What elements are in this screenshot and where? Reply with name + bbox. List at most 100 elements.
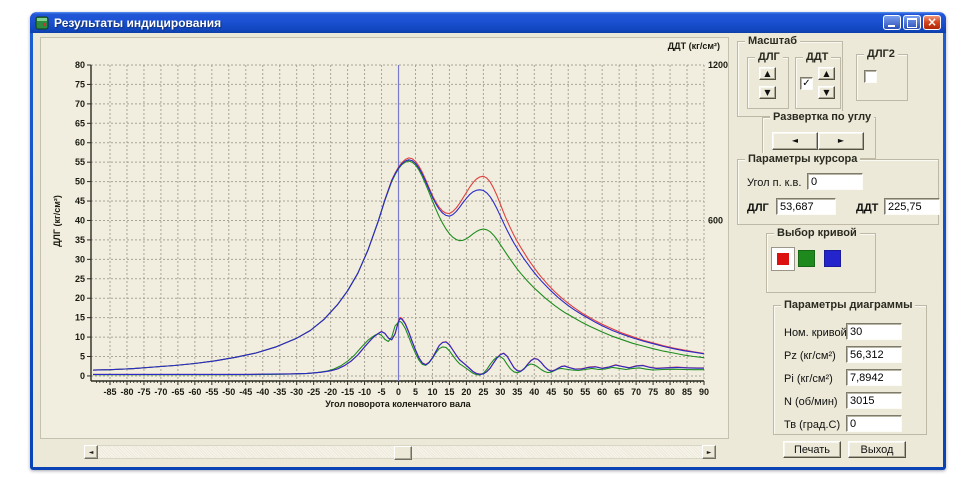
svg-text:50: 50 xyxy=(563,387,573,397)
chart-scrollbar: ◄ ► xyxy=(84,445,716,459)
svg-text:0: 0 xyxy=(396,387,401,397)
chart-plot[interactable]: -85-80-75-70-65-60-55-50-45-40-35-30-25-… xyxy=(41,38,728,438)
maximize-icon xyxy=(907,18,917,28)
svg-text:45: 45 xyxy=(546,387,556,397)
diagram-row-label: N (об/мин) xyxy=(784,396,838,408)
svg-text:80: 80 xyxy=(665,387,675,397)
dlg2-checkbox[interactable] xyxy=(864,70,877,83)
minimize-button[interactable] xyxy=(883,15,901,30)
svg-text:65: 65 xyxy=(75,118,85,128)
up-icon: ▲ xyxy=(764,70,770,78)
svg-text:5: 5 xyxy=(413,387,418,397)
cursor-ddt-label: ДДТ xyxy=(856,202,878,214)
ddt-groupbox: ДДТ ✓ ▲ ▼ xyxy=(795,57,841,109)
svg-text:-65: -65 xyxy=(171,387,184,397)
svg-text:-30: -30 xyxy=(290,387,303,397)
ddt-caption: ДДТ xyxy=(803,51,831,63)
svg-text:-50: -50 xyxy=(222,387,235,397)
scroll-left-icon: ◄ xyxy=(89,449,94,456)
ddt-spin-down-button[interactable]: ▼ xyxy=(818,86,835,99)
dlg-spin-up-button[interactable]: ▲ xyxy=(759,67,776,80)
scrollbar-thumb[interactable] xyxy=(394,446,412,460)
close-button[interactable]: × xyxy=(923,15,941,30)
cursor-ddt-field[interactable] xyxy=(884,198,940,215)
pi-field[interactable] xyxy=(846,369,902,386)
diagram-row-label: Pi (кг/см²) xyxy=(784,373,833,385)
cursor-angle-field[interactable] xyxy=(807,173,863,190)
rpm-field[interactable] xyxy=(846,392,902,409)
scale-caption: Масштаб xyxy=(745,35,800,47)
svg-text:20: 20 xyxy=(461,387,471,397)
curve-select-groupbox: Выбор кривой xyxy=(766,233,876,293)
app-window: Результаты индицирования × ДДТ (кг/см²) … xyxy=(30,12,946,470)
svg-text:15: 15 xyxy=(444,387,454,397)
client-area: ДДТ (кг/см²) ДЛГ (кг/см²) Угол поворота … xyxy=(33,33,943,467)
maximize-button[interactable] xyxy=(903,15,921,30)
svg-text:-40: -40 xyxy=(256,387,269,397)
sweep-left-button[interactable]: ◄ xyxy=(772,132,818,150)
minimize-icon xyxy=(888,25,895,27)
svg-text:-75: -75 xyxy=(137,387,150,397)
svg-text:600: 600 xyxy=(708,215,723,225)
dlg-caption: ДЛГ xyxy=(755,51,783,63)
scroll-right-button[interactable]: ► xyxy=(702,445,716,459)
dlg-spin-down-button[interactable]: ▼ xyxy=(759,86,776,99)
close-icon: × xyxy=(927,17,937,28)
curve-number-field[interactable] xyxy=(846,323,902,340)
svg-text:-25: -25 xyxy=(307,387,320,397)
exit-button[interactable]: Выход xyxy=(848,441,906,458)
svg-text:30: 30 xyxy=(495,387,505,397)
svg-text:-45: -45 xyxy=(239,387,252,397)
scroll-left-button[interactable]: ◄ xyxy=(84,445,98,459)
svg-text:10: 10 xyxy=(427,387,437,397)
secondary-axis-title: ДДТ (кг/см²) xyxy=(668,41,720,51)
curve-color-green-button[interactable] xyxy=(798,250,815,267)
svg-text:-20: -20 xyxy=(324,387,337,397)
svg-text:60: 60 xyxy=(75,138,85,148)
svg-text:85: 85 xyxy=(682,387,692,397)
diagram-row-label: Тв (град.С) xyxy=(784,419,840,431)
dlg2-groupbox: ДЛГ2 xyxy=(856,54,908,101)
ddt-checkbox[interactable]: ✓ xyxy=(800,77,813,90)
cursor-dlg-field[interactable] xyxy=(776,198,836,215)
svg-text:-60: -60 xyxy=(188,387,201,397)
left-icon: ◄ xyxy=(792,137,798,145)
svg-text:90: 90 xyxy=(699,387,709,397)
sweep-right-button[interactable]: ► xyxy=(818,132,864,150)
red-swatch xyxy=(777,253,789,265)
cursor-angle-label: Угол п. к.в. xyxy=(747,177,801,189)
curve-color-blue-button[interactable] xyxy=(824,250,841,267)
scale-groupbox: Масштаб ДЛГ ▲ ▼ ДДТ ✓ ▲ ▼ xyxy=(737,41,843,117)
down-icon: ▼ xyxy=(764,89,770,97)
scrollbar-track[interactable] xyxy=(98,445,702,459)
title-bar[interactable]: Результаты индицирования × xyxy=(30,12,946,33)
svg-text:45: 45 xyxy=(75,196,85,206)
diagram-row-label: Ном. кривой xyxy=(784,327,847,339)
svg-text:5: 5 xyxy=(80,352,85,362)
ddt-spin-up-button[interactable]: ▲ xyxy=(818,67,835,80)
curve-color-red-button[interactable] xyxy=(771,247,795,271)
cursor-groupbox: Параметры курсора Угол п. к.в. ДЛГ ДДТ xyxy=(737,159,939,225)
scroll-right-icon: ► xyxy=(707,449,712,456)
svg-text:35: 35 xyxy=(512,387,522,397)
pz-field[interactable] xyxy=(846,346,902,363)
svg-text:55: 55 xyxy=(75,157,85,167)
svg-text:-5: -5 xyxy=(378,387,386,397)
svg-text:70: 70 xyxy=(631,387,641,397)
svg-text:10: 10 xyxy=(75,332,85,342)
right-icon: ► xyxy=(838,137,844,145)
svg-text:-15: -15 xyxy=(341,387,354,397)
svg-text:25: 25 xyxy=(478,387,488,397)
up-icon: ▲ xyxy=(823,70,829,78)
svg-text:15: 15 xyxy=(75,313,85,323)
svg-text:80: 80 xyxy=(75,60,85,70)
app-icon xyxy=(35,16,49,30)
tv-field[interactable] xyxy=(846,415,902,432)
svg-text:55: 55 xyxy=(580,387,590,397)
svg-text:20: 20 xyxy=(75,293,85,303)
svg-text:-35: -35 xyxy=(273,387,286,397)
svg-text:0: 0 xyxy=(80,371,85,381)
sweep-caption: Развертка по углу xyxy=(770,111,874,123)
svg-text:75: 75 xyxy=(75,79,85,89)
print-button[interactable]: Печать xyxy=(783,441,841,458)
